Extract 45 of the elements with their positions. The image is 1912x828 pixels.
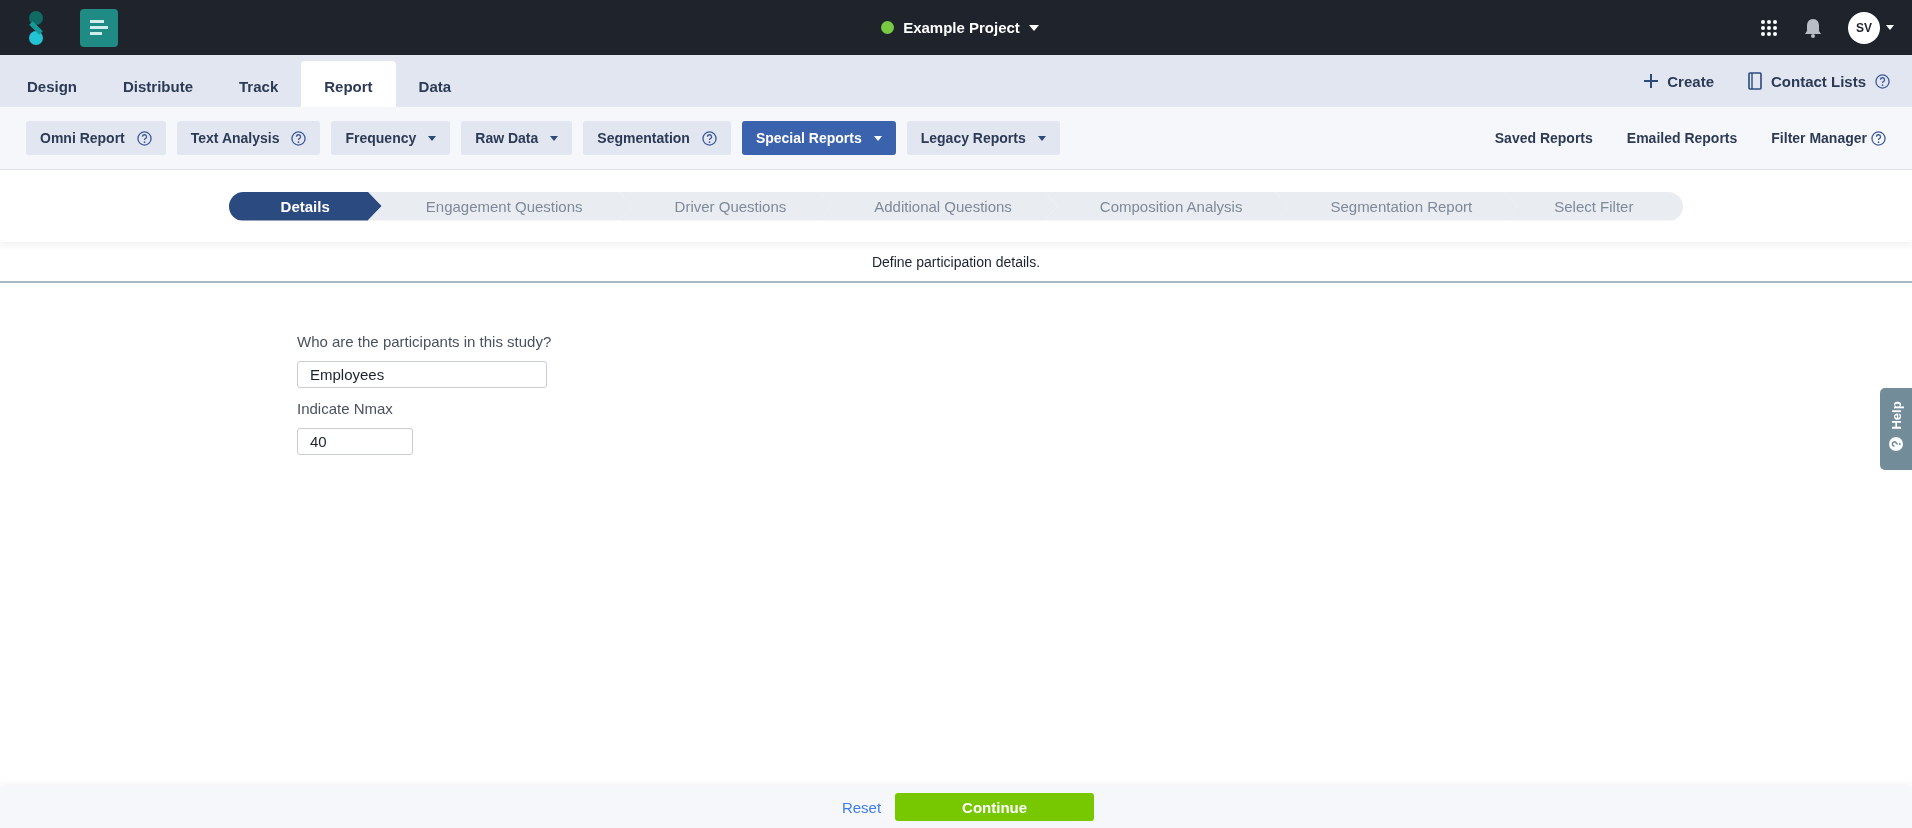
- help-icon: [136, 130, 152, 146]
- report-link[interactable]: Saved Reports: [1494, 130, 1593, 146]
- report-button[interactable]: Frequency: [331, 121, 451, 155]
- tab-action-link[interactable]: Create: [1644, 72, 1714, 90]
- help-icon: [291, 130, 307, 146]
- bell-icon[interactable]: [1804, 17, 1822, 38]
- help-tab[interactable]: Help: [1880, 388, 1912, 470]
- caret-icon: [1037, 135, 1046, 141]
- field-label: Indicate Nmax: [297, 400, 393, 417]
- wizard-step[interactable]: Details: [228, 191, 382, 221]
- report-button[interactable]: Special Reports: [741, 121, 896, 155]
- nav-tab[interactable]: Data: [395, 61, 475, 107]
- input-field[interactable]: 40: [297, 428, 413, 455]
- input-field[interactable]: Employees: [297, 361, 547, 388]
- report-button[interactable]: Omni Report: [26, 121, 166, 155]
- nav-tab[interactable]: Track: [216, 61, 302, 107]
- report-button[interactable]: Raw Data: [461, 121, 573, 155]
- reset-link[interactable]: Reset: [841, 798, 882, 816]
- nav-tab[interactable]: Design: [4, 61, 100, 107]
- user-avatar[interactable]: SV: [1848, 11, 1880, 44]
- instruction-text: Define participation details.: [871, 253, 1041, 270]
- logo-icon[interactable]: [26, 9, 46, 46]
- help-icon: [1871, 130, 1886, 146]
- project-selector[interactable]: Example Project: [881, 19, 1039, 36]
- tab-action-link[interactable]: Contact Lists: [1748, 72, 1890, 90]
- caret-icon: [428, 135, 437, 141]
- grid-icon[interactable]: [1760, 18, 1778, 37]
- field-label: Who are the participants in this study?: [297, 333, 552, 350]
- report-link[interactable]: Filter Manager: [1771, 130, 1886, 146]
- plus-icon: [1644, 74, 1659, 88]
- nav-tab[interactable]: Distribute: [100, 61, 217, 107]
- report-button[interactable]: Text Analysis: [176, 121, 321, 155]
- help-icon: [701, 130, 717, 146]
- report-button[interactable]: Segmentation: [583, 121, 731, 155]
- book-icon: [1748, 72, 1762, 90]
- caret-icon: [1028, 24, 1039, 31]
- help-icon: [1875, 73, 1890, 89]
- help-icon: [1889, 436, 1903, 451]
- caret-icon: [873, 135, 882, 141]
- nav-tab[interactable]: Report: [301, 61, 396, 107]
- caret-icon: [1886, 25, 1894, 30]
- app-icon[interactable]: [80, 8, 118, 47]
- caret-icon: [550, 135, 559, 141]
- report-button[interactable]: Legacy Reports: [906, 121, 1060, 155]
- report-link[interactable]: Emailed Reports: [1626, 130, 1738, 146]
